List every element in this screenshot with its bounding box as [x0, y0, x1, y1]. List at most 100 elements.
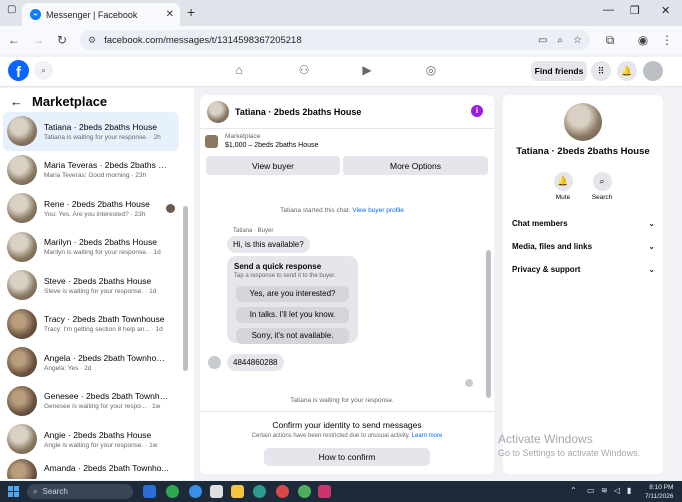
chrome-green-icon[interactable]: [298, 485, 311, 498]
profile-icon[interactable]: ◉: [631, 33, 655, 47]
app-icon[interactable]: [318, 485, 331, 498]
forward-icon[interactable]: →: [26, 33, 50, 47]
facebook-logo-icon[interactable]: f: [8, 60, 29, 81]
chrome-profile-icon[interactable]: [189, 485, 202, 498]
view-buyer-button[interactable]: View buyer: [206, 156, 340, 175]
reload-icon[interactable]: ↻: [50, 33, 74, 47]
volume-icon[interactable]: ◁: [614, 486, 620, 495]
conversation-item[interactable]: Tatiana · 2beds 2baths House Tatiana is w…: [3, 112, 179, 151]
chat-members-row[interactable]: Chat members ⌄: [512, 219, 655, 228]
conversation-item[interactable]: Rene · 2beds 2baths House You: Yes. Are y…: [3, 189, 179, 228]
install-app-icon[interactable]: ▭: [538, 35, 547, 46]
conversation-item[interactable]: Steve · 2beds 2baths House Steve is waiti…: [3, 266, 179, 305]
zoom-icon[interactable]: ⌕: [557, 35, 563, 46]
quick-response-option[interactable]: Sorry, it's not available.: [236, 328, 349, 344]
conversation-name: Angela · 2beds 2bath Townhouse: [44, 352, 169, 363]
bookmark-star-icon[interactable]: ☆: [573, 35, 582, 46]
back-icon[interactable]: ←: [2, 33, 26, 47]
minimize-icon[interactable]: —: [603, 4, 614, 16]
quick-response-option[interactable]: Yes, are you interested?: [236, 286, 349, 302]
search-icon[interactable]: ⌕: [34, 61, 53, 80]
mute-action[interactable]: 🔔 Mute: [543, 172, 583, 201]
privacy-support-row[interactable]: Privacy & support ⌄: [512, 265, 655, 274]
taskbar-clock[interactable]: 8:10 PM 7/11/2026: [645, 483, 673, 501]
chat-details-panel: Tatiana · 2beds 2baths House 🔔 Mute ⌕ Se…: [503, 95, 663, 474]
listing-avatar[interactable]: [564, 103, 602, 141]
tray-chevron-icon[interactable]: ⌃: [570, 486, 577, 495]
maximize-icon[interactable]: ❐: [630, 4, 640, 17]
chrome-icon[interactable]: [166, 485, 179, 498]
account-avatar[interactable]: [643, 61, 663, 81]
conversation-item[interactable]: Genesee · 2beds 2bath Townho... Genesee i…: [3, 382, 179, 421]
back-arrow-icon[interactable]: ←: [10, 94, 23, 109]
tab-menu-icon[interactable]: ▢: [7, 4, 16, 15]
media-files-row[interactable]: Media, files and links ⌄: [512, 242, 655, 251]
chat-scrollbar[interactable]: [486, 250, 491, 398]
network-icon[interactable]: ▭: [587, 486, 595, 495]
close-tab-icon[interactable]: ✕: [166, 9, 174, 20]
how-to-confirm-button[interactable]: How to confirm: [264, 448, 430, 466]
groups-icon[interactable]: ◎: [423, 63, 439, 79]
menu-grid-icon[interactable]: ⠿: [591, 61, 611, 81]
conversation-item[interactable]: Angie · 2beds 2baths House Angie is waiti…: [3, 420, 179, 459]
seen-avatar: [465, 379, 473, 387]
address-bar[interactable]: ⚙ facebook.com/messages/t/13145983672052…: [80, 30, 590, 50]
chat-started-notice: Tatiana started this chat. View buyer pr…: [200, 207, 484, 214]
conversation-item[interactable]: Amanda · 2beds 2bath Townho...: [3, 458, 179, 479]
file-explorer-icon[interactable]: [231, 485, 244, 498]
listing-thumbnail: [7, 116, 37, 147]
search-icon: ⌕: [33, 486, 38, 496]
listing-thumbnail: [7, 308, 37, 339]
identity-confirm-block: Confirm your identity to send messages C…: [200, 411, 494, 474]
conversation-name: Tatiana · 2beds 2baths House: [44, 121, 157, 132]
url-text[interactable]: facebook.com/messages/t/1314598367205218: [104, 35, 528, 46]
search-label: Search: [591, 194, 613, 201]
view-buyer-profile-link[interactable]: View buyer profile: [352, 207, 404, 214]
conversation-item[interactable]: Angela · 2beds 2bath Townhouse Angela: Ye…: [3, 343, 179, 382]
quick-response-subtitle: Tap a response to send it to the buyer.: [234, 273, 336, 279]
conversation-name: Genesee · 2beds 2bath Townho...: [44, 391, 169, 402]
chevron-down-icon: ⌄: [648, 219, 655, 228]
conversation-name: Marilyn · 2beds 2baths House: [44, 237, 157, 248]
find-friends-button[interactable]: Find friends: [531, 61, 587, 81]
edge-icon[interactable]: [253, 485, 266, 498]
vscode-icon[interactable]: [143, 485, 156, 498]
conversation-preview: Tatiana is waiting for your response. · …: [44, 133, 161, 141]
conversation-item[interactable]: Tracy · 2beds 2bath Townhouse Tracy: I'm …: [3, 305, 179, 344]
chrome-alt-icon[interactable]: [276, 485, 289, 498]
conversation-preview: Angela: Yes · 2d: [44, 364, 92, 372]
search-icon[interactable]: ⌕: [592, 172, 612, 191]
more-options-button[interactable]: More Options: [343, 156, 488, 175]
conversation-item[interactable]: Maria Teveras · 2beds 2baths H... Maria T…: [3, 151, 179, 190]
browser-tab[interactable]: Messenger | Facebook ✕: [22, 3, 180, 26]
listing-label: Marketplace: [225, 133, 261, 140]
conversation-item[interactable]: Marilyn · 2beds 2baths House Marilyn is w…: [3, 228, 179, 267]
conversation-name: Steve · 2beds 2baths House: [44, 275, 152, 286]
conversation-scrollbar[interactable]: [183, 206, 188, 371]
video-icon[interactable]: ▶: [359, 63, 375, 79]
bell-icon[interactable]: 🔔: [553, 172, 573, 191]
home-icon[interactable]: ⌂: [231, 63, 247, 79]
battery-icon[interactable]: ▮: [627, 486, 631, 495]
conversation-name: Tracy · 2beds 2bath Townhouse: [44, 314, 165, 325]
windows-start-icon[interactable]: [8, 486, 19, 497]
store-icon[interactable]: [210, 485, 223, 498]
search-action[interactable]: ⌕ Search: [582, 172, 622, 201]
quick-response-option[interactable]: In talks. I'll let you know.: [236, 307, 349, 323]
chevron-down-icon: ⌄: [648, 265, 655, 274]
taskbar-search[interactable]: ⌕ Search: [27, 484, 133, 499]
listing-summary[interactable]: Marketplace $1,000 – 2beds 2baths House: [205, 133, 318, 149]
info-icon[interactable]: i: [471, 105, 483, 117]
new-tab-button[interactable]: +: [187, 4, 195, 20]
friends-icon[interactable]: ⚇: [296, 63, 312, 79]
site-info-icon[interactable]: ⚙: [88, 35, 96, 46]
learn-more-link[interactable]: Learn more: [412, 433, 443, 439]
close-window-icon[interactable]: ✕: [661, 4, 670, 17]
chat-title[interactable]: Tatiana · 2beds 2baths House: [235, 107, 361, 117]
wifi-icon[interactable]: ≋: [601, 486, 608, 495]
extensions-icon[interactable]: ⧉: [598, 33, 622, 48]
chat-avatar[interactable]: [207, 100, 229, 123]
taskbar-search-label: Search: [42, 487, 68, 496]
notifications-bell-icon[interactable]: 🔔: [617, 61, 637, 81]
menu-kebab-icon[interactable]: ⋮: [655, 33, 679, 47]
